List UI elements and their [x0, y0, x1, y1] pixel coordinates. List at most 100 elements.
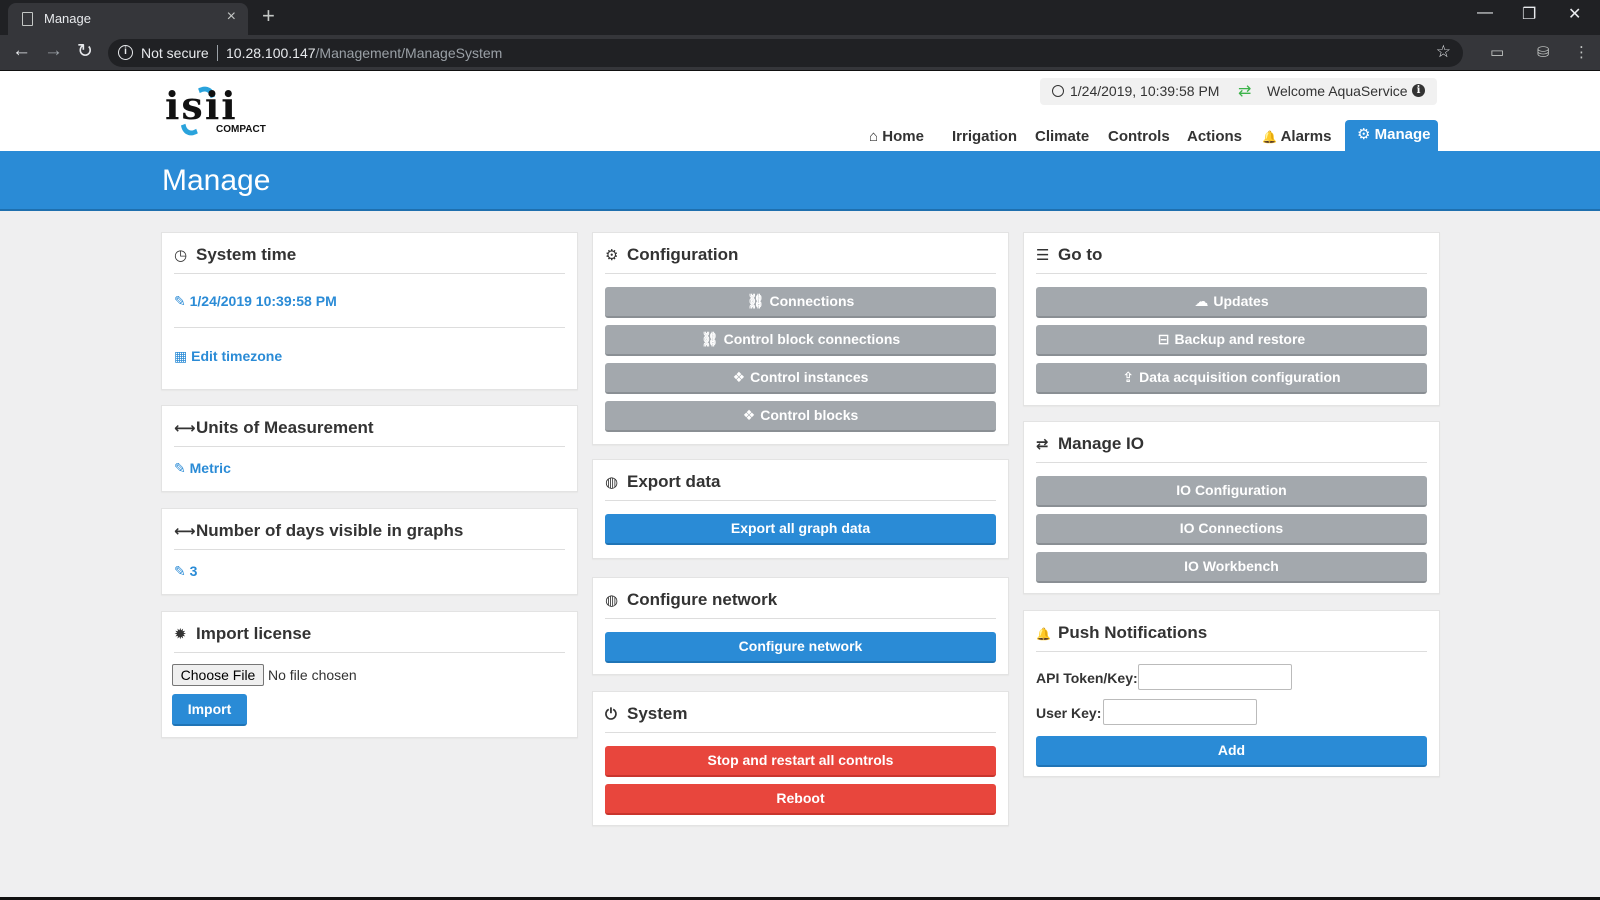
tab-title: Manage: [44, 11, 91, 26]
control-block-connections-button[interactable]: ⛓ Control block connections: [605, 325, 996, 356]
user-key-label: User Key:: [1036, 705, 1102, 721]
nav-climate[interactable]: Climate: [1035, 125, 1089, 152]
bookmark-star-icon[interactable]: ☆: [1436, 42, 1451, 62]
io-workbench-button[interactable]: IO Workbench: [1036, 552, 1427, 583]
minimize-icon[interactable]: —: [1477, 4, 1493, 22]
days-visible-edit-link[interactable]: ✎ 3: [174, 563, 197, 580]
add-button[interactable]: Add: [1036, 736, 1427, 767]
control-blocks-button[interactable]: ❖ Control blocks: [605, 401, 996, 432]
cubes-icon: ❖: [742, 407, 756, 423]
info-icon[interactable]: i: [1412, 84, 1425, 97]
home-icon: ⌂: [869, 128, 879, 145]
window-close-icon[interactable]: ✕: [1568, 4, 1581, 24]
cogs-icon: ⚙: [605, 247, 619, 264]
file-status-label: No file chosen: [268, 667, 357, 683]
status-bar: 1/24/2019, 10:39:58 PM ⇄ Welcome AquaSer…: [1040, 78, 1437, 105]
exchange-icon: ⇄: [1036, 436, 1049, 453]
welcome-user[interactable]: Welcome AquaService: [1267, 83, 1408, 99]
nav-irrigation[interactable]: Irrigation: [952, 125, 1017, 152]
isii-logo[interactable]: isii COMPACT: [165, 79, 280, 141]
backup-restore-button[interactable]: ⊟ Backup and restore: [1036, 325, 1427, 356]
system-time-panel: ◷ System time ✎ 1/24/2019 10:39:58 PM ▦ E…: [161, 232, 578, 390]
power-icon: ⏻: [605, 706, 617, 723]
page-banner: Manage: [0, 151, 1600, 211]
forward-icon[interactable]: →: [44, 40, 63, 62]
new-tab-icon[interactable]: +: [262, 3, 275, 29]
reboot-button[interactable]: Reboot: [605, 784, 996, 815]
import-button[interactable]: Import: [172, 694, 247, 726]
url-text[interactable]: 10.28.100.147/Management/ManageSystem: [226, 45, 502, 61]
configure-network-button[interactable]: Configure network: [605, 632, 996, 663]
header-datetime: 1/24/2019, 10:39:58 PM: [1070, 83, 1220, 99]
export-data-panel: ◍ Export data Export all graph data: [592, 459, 1009, 559]
back-icon[interactable]: ←: [12, 40, 31, 62]
divider: [174, 327, 565, 328]
configuration-panel: ⚙ Configuration ⛓ Connections ⛓ Control blo…: [592, 232, 1009, 445]
horizontal-arrows-icon: ⟷: [174, 523, 196, 540]
units-panel: ⟷Units of Measurement ✎ Metric: [161, 405, 578, 492]
export-all-graph-data-button[interactable]: Export all graph data: [605, 514, 996, 545]
units-title: ⟷Units of Measurement: [174, 418, 565, 447]
link-icon: ⛓: [746, 293, 765, 309]
configuration-title: ⚙ Configuration: [605, 245, 996, 274]
cubes-icon: ❖: [732, 369, 746, 385]
export-data-title: ◍ Export data: [605, 472, 996, 501]
globe-icon: ◍: [605, 592, 619, 609]
link-icon: ⛓: [700, 331, 719, 347]
nav-actions[interactable]: Actions: [1187, 125, 1242, 152]
nav-controls[interactable]: Controls: [1108, 125, 1170, 152]
hard-drive-icon: ⊟: [1157, 331, 1170, 347]
goto-panel: ☰ Go to ☁ Updates ⊟ Backup and restore ⇪ Dat…: [1023, 232, 1440, 406]
reload-icon[interactable]: ↻: [77, 40, 93, 63]
calendar-icon: ▦: [174, 348, 188, 364]
site-info-icon[interactable]: i: [118, 45, 133, 60]
bell-icon: 🔔: [1036, 627, 1051, 641]
list-icon: ☰: [1036, 247, 1050, 264]
edit-timezone-link[interactable]: ▦ Edit timezone: [174, 348, 282, 365]
sync-icon: ⇄: [1238, 83, 1252, 100]
stop-restart-controls-button[interactable]: Stop and restart all controls: [605, 746, 996, 777]
system-title: ⏻ System: [605, 704, 996, 733]
configure-network-title: ◍ Configure network: [605, 590, 996, 619]
cast-icon[interactable]: ▭: [1490, 43, 1504, 61]
browser-tab[interactable]: Manage ×: [8, 3, 248, 35]
extension-icon[interactable]: ⛁: [1537, 43, 1550, 61]
document-icon: [22, 12, 33, 26]
certificate-icon: ✹: [174, 626, 187, 643]
nav-alarms[interactable]: 🔔 Alarms: [1262, 125, 1331, 152]
choose-file-button[interactable]: Choose File: [172, 664, 264, 686]
goto-title: ☰ Go to: [1036, 245, 1427, 274]
system-time-edit-link[interactable]: ✎ 1/24/2019 10:39:58 PM: [174, 293, 337, 310]
io-configuration-button[interactable]: IO Configuration: [1036, 476, 1427, 507]
api-token-input[interactable]: [1138, 664, 1292, 690]
clock-icon: [1052, 85, 1064, 97]
cog-icon: ⚙: [1357, 126, 1371, 143]
data-acquisition-config-button[interactable]: ⇪ Data acquisition configuration: [1036, 363, 1427, 394]
globe-icon: ◍: [605, 474, 619, 491]
bell-icon: 🔔: [1262, 130, 1277, 144]
address-bar[interactable]: i Not secure 10.28.100.147/Management/Ma…: [108, 39, 1463, 67]
manage-io-title: ⇄ Manage IO: [1036, 434, 1427, 463]
push-notifications-panel: 🔔 Push Notifications API Token/Key: User …: [1023, 610, 1440, 777]
units-edit-link[interactable]: ✎ Metric: [174, 460, 231, 477]
control-instances-button[interactable]: ❖ Control instances: [605, 363, 996, 394]
page-title: Manage: [162, 164, 271, 197]
days-visible-title: ⟷Number of days visible in graphs: [174, 521, 565, 550]
nav-manage[interactable]: ⚙ Manage: [1345, 120, 1439, 152]
menu-kebab-icon[interactable]: ⋮: [1574, 43, 1589, 61]
push-notifications-title: 🔔 Push Notifications: [1036, 623, 1427, 652]
import-license-title: ✹ Import license: [174, 624, 565, 653]
upload-icon: ⇪: [1122, 369, 1135, 385]
user-key-input[interactable]: [1103, 699, 1257, 725]
pencil-icon: ✎: [174, 460, 186, 476]
browser-tabbar: Manage × + — ❐ ✕: [0, 0, 1600, 35]
tab-close-icon[interactable]: ×: [227, 8, 236, 26]
browser-toolbar: ← → ↻ i Not secure 10.28.100.147/Managem…: [0, 35, 1600, 71]
restore-icon[interactable]: ❐: [1522, 4, 1536, 24]
io-connections-button[interactable]: IO Connections: [1036, 514, 1427, 545]
nav-home[interactable]: ⌂ Home: [869, 125, 924, 152]
system-time-title: ◷ System time: [174, 245, 565, 274]
connections-button[interactable]: ⛓ Connections: [605, 287, 996, 318]
updates-button[interactable]: ☁ Updates: [1036, 287, 1427, 318]
cloud-icon: ☁: [1194, 293, 1209, 309]
